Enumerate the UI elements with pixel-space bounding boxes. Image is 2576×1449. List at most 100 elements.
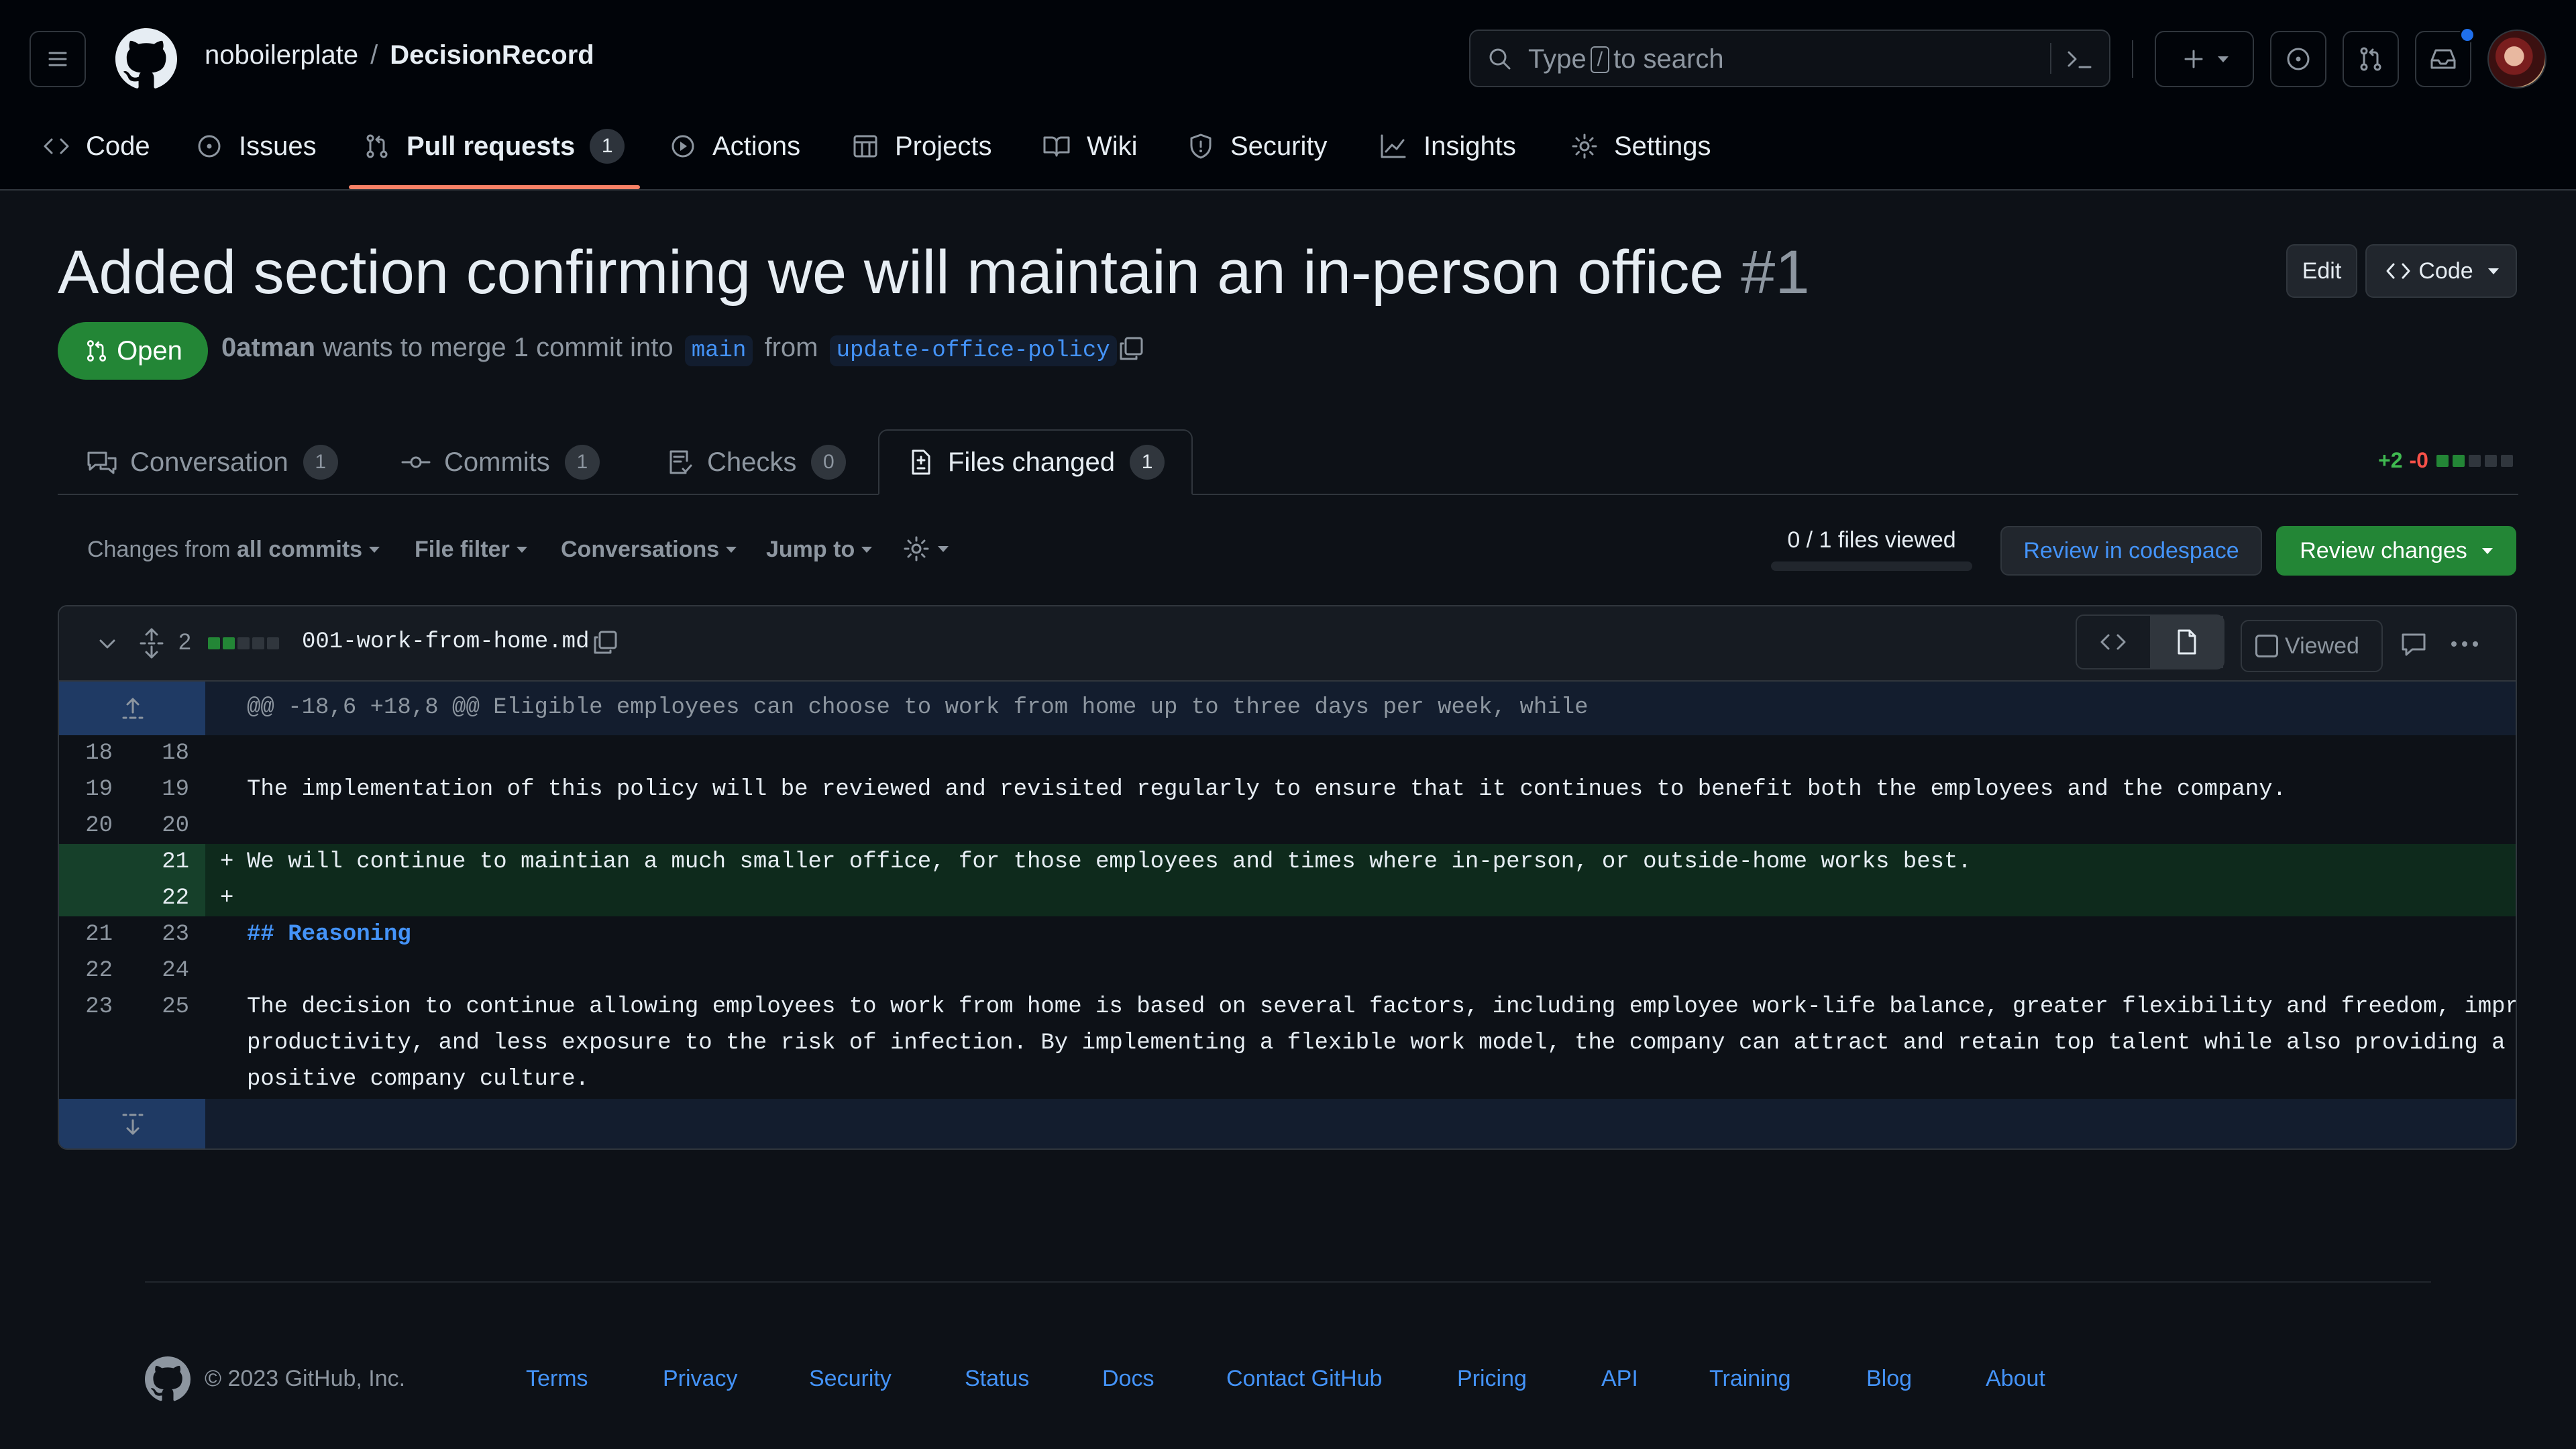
tab-commits-count: 1 (564, 445, 600, 480)
source-view-button[interactable] (2077, 616, 2150, 668)
search-input[interactable]: Type / to search (1469, 30, 2110, 87)
jump-to-dropdown[interactable]: Jump to (766, 537, 873, 563)
chevron-down-icon (861, 547, 873, 553)
comment-icon[interactable] (2399, 629, 2428, 659)
tab-conversation-label: Conversation (130, 447, 288, 477)
gear-icon (1572, 133, 1597, 159)
more-options-icon[interactable] (2447, 629, 2482, 659)
footer-link-docs[interactable]: Docs (1102, 1366, 1154, 1392)
new-line-number[interactable]: 23 (136, 922, 189, 947)
old-line-number[interactable]: 22 (59, 958, 113, 983)
diffstat-block (2500, 454, 2513, 467)
tab-files-changed[interactable]: Files changed 1 (878, 429, 1193, 495)
page-title: Added section confirming we will maintai… (58, 232, 1810, 313)
review-in-codespace-button[interactable]: Review in codespace (2000, 526, 2262, 576)
file-filter-dropdown[interactable]: File filter (415, 537, 527, 563)
tab-commits[interactable]: Commits 1 (400, 429, 600, 495)
new-line-number[interactable]: 18 (136, 741, 189, 766)
diffstat: +2 -0 (2378, 448, 2513, 473)
changes-from-dropdown[interactable]: Changes from all commits (87, 537, 380, 563)
diff-line: 23 25 The decision to continue allowing e… (59, 989, 2516, 1103)
diffstat-block (2468, 454, 2481, 467)
old-line-number[interactable]: 19 (59, 777, 113, 802)
tab-issues-label: Issues (239, 131, 317, 161)
old-line-number[interactable]: 18 (59, 741, 113, 766)
issues-button[interactable] (2270, 31, 2326, 87)
diff-line: 21 23 ## Reasoning (59, 916, 2516, 953)
expand-up-button[interactable] (59, 682, 205, 735)
view-toggle (2076, 614, 2224, 669)
pr-title: Added section confirming we will maintai… (58, 238, 1724, 307)
tab-code[interactable]: Code (42, 124, 150, 168)
diff-line-added: 21 + We will continue to maintian a much… (59, 844, 2516, 880)
chevron-down-icon[interactable] (93, 629, 122, 659)
expand-down-button[interactable] (59, 1099, 205, 1148)
pull-requests-button[interactable] (2343, 31, 2399, 87)
conversations-dropdown[interactable]: Conversations (561, 537, 737, 563)
tab-checks[interactable]: Checks 0 (665, 429, 847, 495)
github-logo-icon[interactable] (115, 28, 177, 90)
diffstat-block (2484, 454, 2497, 467)
footer-link-api[interactable]: API (1601, 1366, 1638, 1392)
old-line-number[interactable]: 21 (59, 922, 113, 947)
tab-settings[interactable]: Settings (1570, 124, 1711, 168)
unfold-icon[interactable] (137, 627, 166, 660)
tab-issues[interactable]: Issues (195, 124, 317, 168)
footer-link-security[interactable]: Security (809, 1366, 892, 1392)
copy-icon[interactable] (590, 628, 620, 657)
edit-button[interactable]: Edit (2286, 244, 2357, 298)
new-line-number[interactable]: 19 (136, 777, 189, 802)
tab-actions[interactable]: Actions (668, 124, 800, 168)
tab-wiki[interactable]: Wiki (1041, 124, 1138, 168)
github-logo-icon[interactable] (145, 1356, 191, 1402)
footer-link-about[interactable]: About (1986, 1366, 2045, 1392)
tab-pull-requests-label: Pull requests (407, 131, 576, 161)
footer-link-blog[interactable]: Blog (1866, 1366, 1912, 1392)
breadcrumb: noboilerplate / DecisionRecord (205, 40, 594, 70)
code-button[interactable]: Code (2365, 244, 2517, 298)
footer-link-privacy[interactable]: Privacy (663, 1366, 737, 1392)
tab-commits-label: Commits (444, 447, 550, 477)
new-line-number[interactable]: 24 (136, 958, 189, 983)
review-changes-button[interactable]: Review changes (2276, 526, 2516, 576)
tab-projects[interactable]: Projects (851, 124, 992, 168)
menu-button[interactable] (30, 31, 86, 87)
head-branch[interactable]: update-office-policy (829, 335, 1117, 366)
new-line-number[interactable]: 20 (136, 813, 189, 839)
create-new-button[interactable] (2155, 31, 2254, 87)
new-line-number[interactable]: 22 (136, 885, 189, 911)
footer-link-terms[interactable]: Terms (526, 1366, 588, 1392)
avatar[interactable] (2487, 30, 2546, 89)
footer-divider (145, 1281, 2431, 1283)
expand-down-icon (122, 1114, 144, 1135)
tab-conversation[interactable]: Conversation 1 (86, 429, 338, 495)
old-line-number[interactable]: 23 (59, 994, 113, 1020)
breadcrumb-owner[interactable]: noboilerplate (205, 40, 358, 70)
file-name[interactable]: 001-work-from-home.md (302, 629, 589, 655)
footer-link-contact[interactable]: Contact GitHub (1226, 1366, 1382, 1392)
hamburger-icon (48, 52, 67, 66)
rich-view-button[interactable] (2149, 616, 2223, 668)
code-icon (2386, 263, 2410, 279)
copy-icon[interactable] (1116, 334, 1146, 364)
tab-insights[interactable]: Insights (1378, 124, 1516, 168)
pr-author[interactable]: 0atman (221, 333, 315, 362)
projects-icon (853, 135, 877, 158)
footer-link-status[interactable]: Status (965, 1366, 1029, 1392)
footer-link-pricing[interactable]: Pricing (1457, 1366, 1527, 1392)
command-palette-icon[interactable] (2065, 46, 2094, 72)
breadcrumb-repo[interactable]: DecisionRecord (390, 40, 594, 70)
viewed-checkbox[interactable]: Viewed (2241, 620, 2383, 672)
new-line-number[interactable]: 25 (136, 994, 189, 1020)
pr-number: #1 (1741, 238, 1810, 307)
new-line-number[interactable]: 21 (136, 849, 189, 875)
tab-security[interactable]: Security (1186, 124, 1328, 168)
chevron-down-icon (516, 547, 527, 553)
tab-pull-requests[interactable]: Pull requests 1 (362, 124, 625, 168)
chevron-down-icon (726, 547, 737, 553)
diff-settings-dropdown[interactable] (902, 534, 949, 564)
base-branch[interactable]: main (684, 335, 753, 366)
old-line-number[interactable]: 20 (59, 813, 113, 839)
footer-link-training[interactable]: Training (1709, 1366, 1791, 1392)
merge-text: wants to merge 1 commit into (323, 333, 674, 362)
